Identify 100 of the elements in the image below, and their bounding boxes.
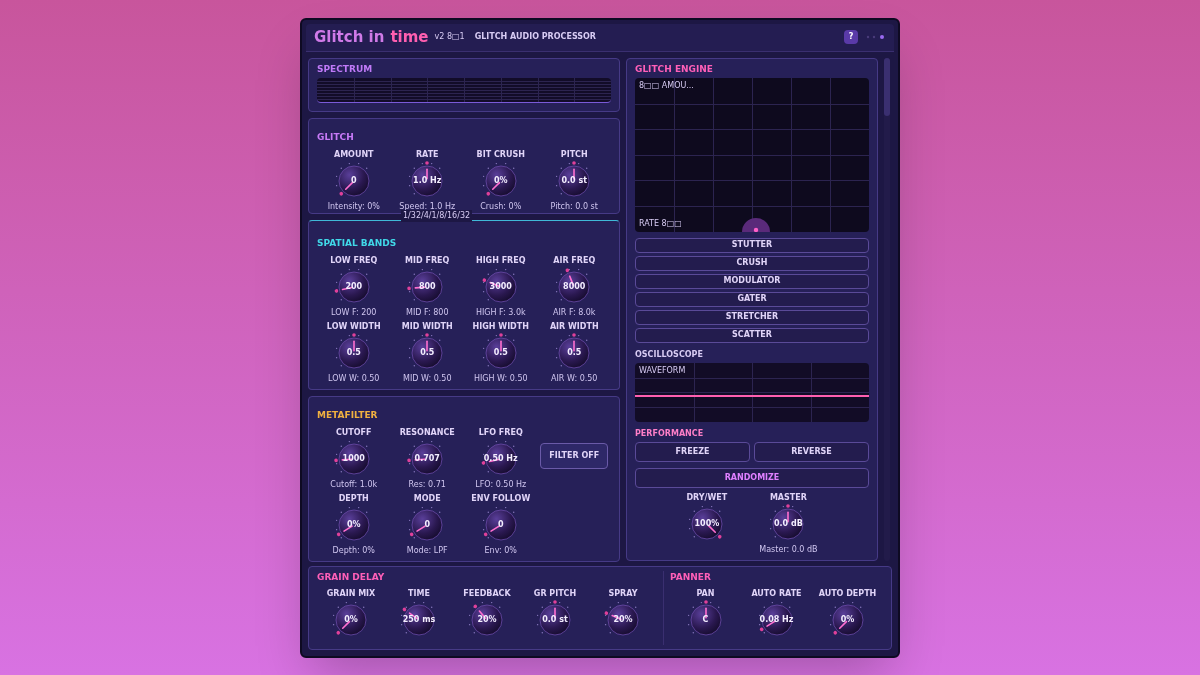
knob-value: 0% (344, 614, 358, 626)
knob-readout: AIR F: 8.0k (553, 306, 596, 319)
knob-readout: Intensity: 0% (327, 200, 380, 213)
knob-value: 3000 (489, 280, 512, 293)
panel-title: GLITCH ENGINE (635, 62, 714, 76)
knob-label: SPRAY (608, 588, 638, 600)
mode-button[interactable]: SCATTER (635, 327, 869, 343)
knob-readout: Cutoff: 1.0k (330, 478, 378, 491)
knob-value: 0.08 Hz (759, 614, 794, 626)
knob-label: MODE (413, 492, 441, 505)
app-title: Glitch in (314, 26, 385, 48)
knob-label: AUTO RATE (751, 588, 802, 600)
app-title-accent: time (390, 26, 429, 48)
knob-label: FEEDBACK (463, 588, 511, 600)
knob-label: GR PITCH (533, 588, 577, 600)
xy-pad-y-label: RATE 8□□ (639, 217, 682, 230)
knob-value: 1.0 Hz (413, 174, 442, 187)
subtitle: GLITCH AUDIO PROCESSOR (474, 31, 596, 43)
knob-label: MID WIDTH (401, 320, 453, 333)
knob-label: PAN (696, 588, 715, 600)
knob-readout: LOW F: 200 (331, 306, 377, 319)
help-button[interactable]: ? (844, 30, 858, 44)
knob-label: TIME (408, 588, 430, 600)
knob-readout: MID F: 800 (406, 306, 449, 319)
knob-label: AIR FREQ (553, 254, 596, 267)
knob-value: 0.5 (493, 346, 508, 359)
knob-readout: Res: 0.71 (408, 478, 446, 491)
knob-readout: AIR W: 0.50 (551, 372, 598, 385)
knob-readout: LOW W: 0.50 (328, 372, 380, 385)
knob-readout: Speed: 1.0 Hz (399, 200, 456, 212)
knob-value: 20% (613, 614, 633, 626)
knob-value: 0 (497, 518, 504, 531)
mode-button[interactable]: STRETCHER (635, 309, 869, 325)
filter-toggle-button[interactable]: FILTER OFF (540, 442, 609, 469)
performance-button[interactable]: REVERSE (754, 442, 869, 463)
knob-label: AMOUNT (333, 148, 374, 161)
knob-readout: Master: 0.0 dB (759, 543, 818, 556)
knob-readout: HIGH F: 3.0k (475, 306, 526, 319)
mode-button[interactable]: STUTTER (635, 237, 869, 253)
knob-label: MID FREQ (405, 254, 450, 267)
knob-value: 0% (493, 174, 508, 187)
knob-label: RESONANCE (399, 426, 455, 439)
knob-label: AUTO DEPTH (818, 588, 877, 600)
scrollbar[interactable] (884, 57, 890, 561)
knob-label: CUTOFF (335, 426, 372, 439)
knob-value: 0.5 (420, 346, 435, 359)
knob-value: 0% (346, 518, 361, 531)
knob-label: HIGH WIDTH (472, 320, 529, 333)
mode-button[interactable]: MODULATOR (635, 273, 869, 289)
knob-readout: Depth: 0% (332, 544, 375, 557)
panel-title: METAFILTER (317, 409, 378, 420)
knob-value: 0.0 st (542, 614, 568, 626)
panel-title: GRAIN DELAY (317, 570, 386, 584)
knob-label: GRAIN MIX (326, 588, 376, 600)
scrollbar-thumb[interactable] (884, 57, 890, 116)
knob-readout: Env: 0% (484, 544, 517, 557)
knob-value: 0 (424, 518, 431, 531)
knob-value: 0 (350, 174, 357, 187)
knob-label: DEPTH (338, 492, 369, 505)
knob-readout: LFO: 0.50 Hz (475, 478, 527, 491)
dots-icon[interactable] (864, 34, 886, 40)
knob-readout: Mode: LPF (406, 544, 448, 557)
knob-label: HIGH FREQ (475, 254, 526, 267)
knob-value: 0.0 dB (774, 517, 803, 530)
knob-value: 200 (345, 280, 363, 293)
knob-readout: Pitch: 0.0 st (550, 200, 598, 213)
section-label: PERFORMANCE (635, 428, 705, 441)
knob-value: 0.50 Hz (483, 452, 518, 465)
knob-value: 0% (840, 614, 855, 626)
knob-value: 1000 (342, 452, 365, 465)
knob-label: LOW FREQ (330, 254, 378, 267)
section-label: OSCILLOSCOPE (635, 348, 704, 361)
knob-readout: HIGH W: 0.50 (473, 372, 528, 385)
knob-value: 0.0 st (561, 174, 587, 187)
randomize-button[interactable]: RANDOMIZE (635, 468, 869, 488)
panel-title: GLITCH (317, 131, 354, 142)
xy-pad[interactable]: 8□□ AMOU... RATE 8□□ (635, 78, 869, 232)
knob-label: DRY/WET (686, 491, 728, 504)
performance-button[interactable]: FREEZE (635, 442, 750, 463)
knob-value: 0.707 (414, 452, 440, 465)
mode-button[interactable]: CRUSH (635, 255, 869, 271)
knob-label: BIT CRUSH (476, 148, 525, 161)
version-label: v2 8□1 (434, 31, 465, 43)
knob-value: C (702, 614, 709, 626)
knob-label: ENV FOLLOW (471, 492, 531, 505)
panel-title: PANNER (670, 570, 712, 584)
knob-label: MASTER (769, 491, 807, 504)
knob-label: RATE (415, 148, 439, 161)
xy-pad-x-label: 8□□ AMOU... (639, 80, 694, 92)
waveform-label: WAVEFORM (639, 364, 686, 377)
knob-value: 100% (694, 517, 720, 530)
knob-label: AIR WIDTH (549, 320, 599, 333)
knob-readout: Crush: 0% (480, 200, 522, 213)
rate-divisions: 1/32/4/1/8/16/32 (401, 209, 473, 222)
mode-button[interactable]: GATER (635, 291, 869, 307)
knob-value: 0.5 (346, 346, 361, 359)
knob-label: LFO FREQ (478, 426, 523, 439)
panel-title: SPECTRUM (317, 62, 374, 76)
knob-value: 20% (477, 614, 497, 626)
knob-value: 8000 (563, 280, 586, 293)
